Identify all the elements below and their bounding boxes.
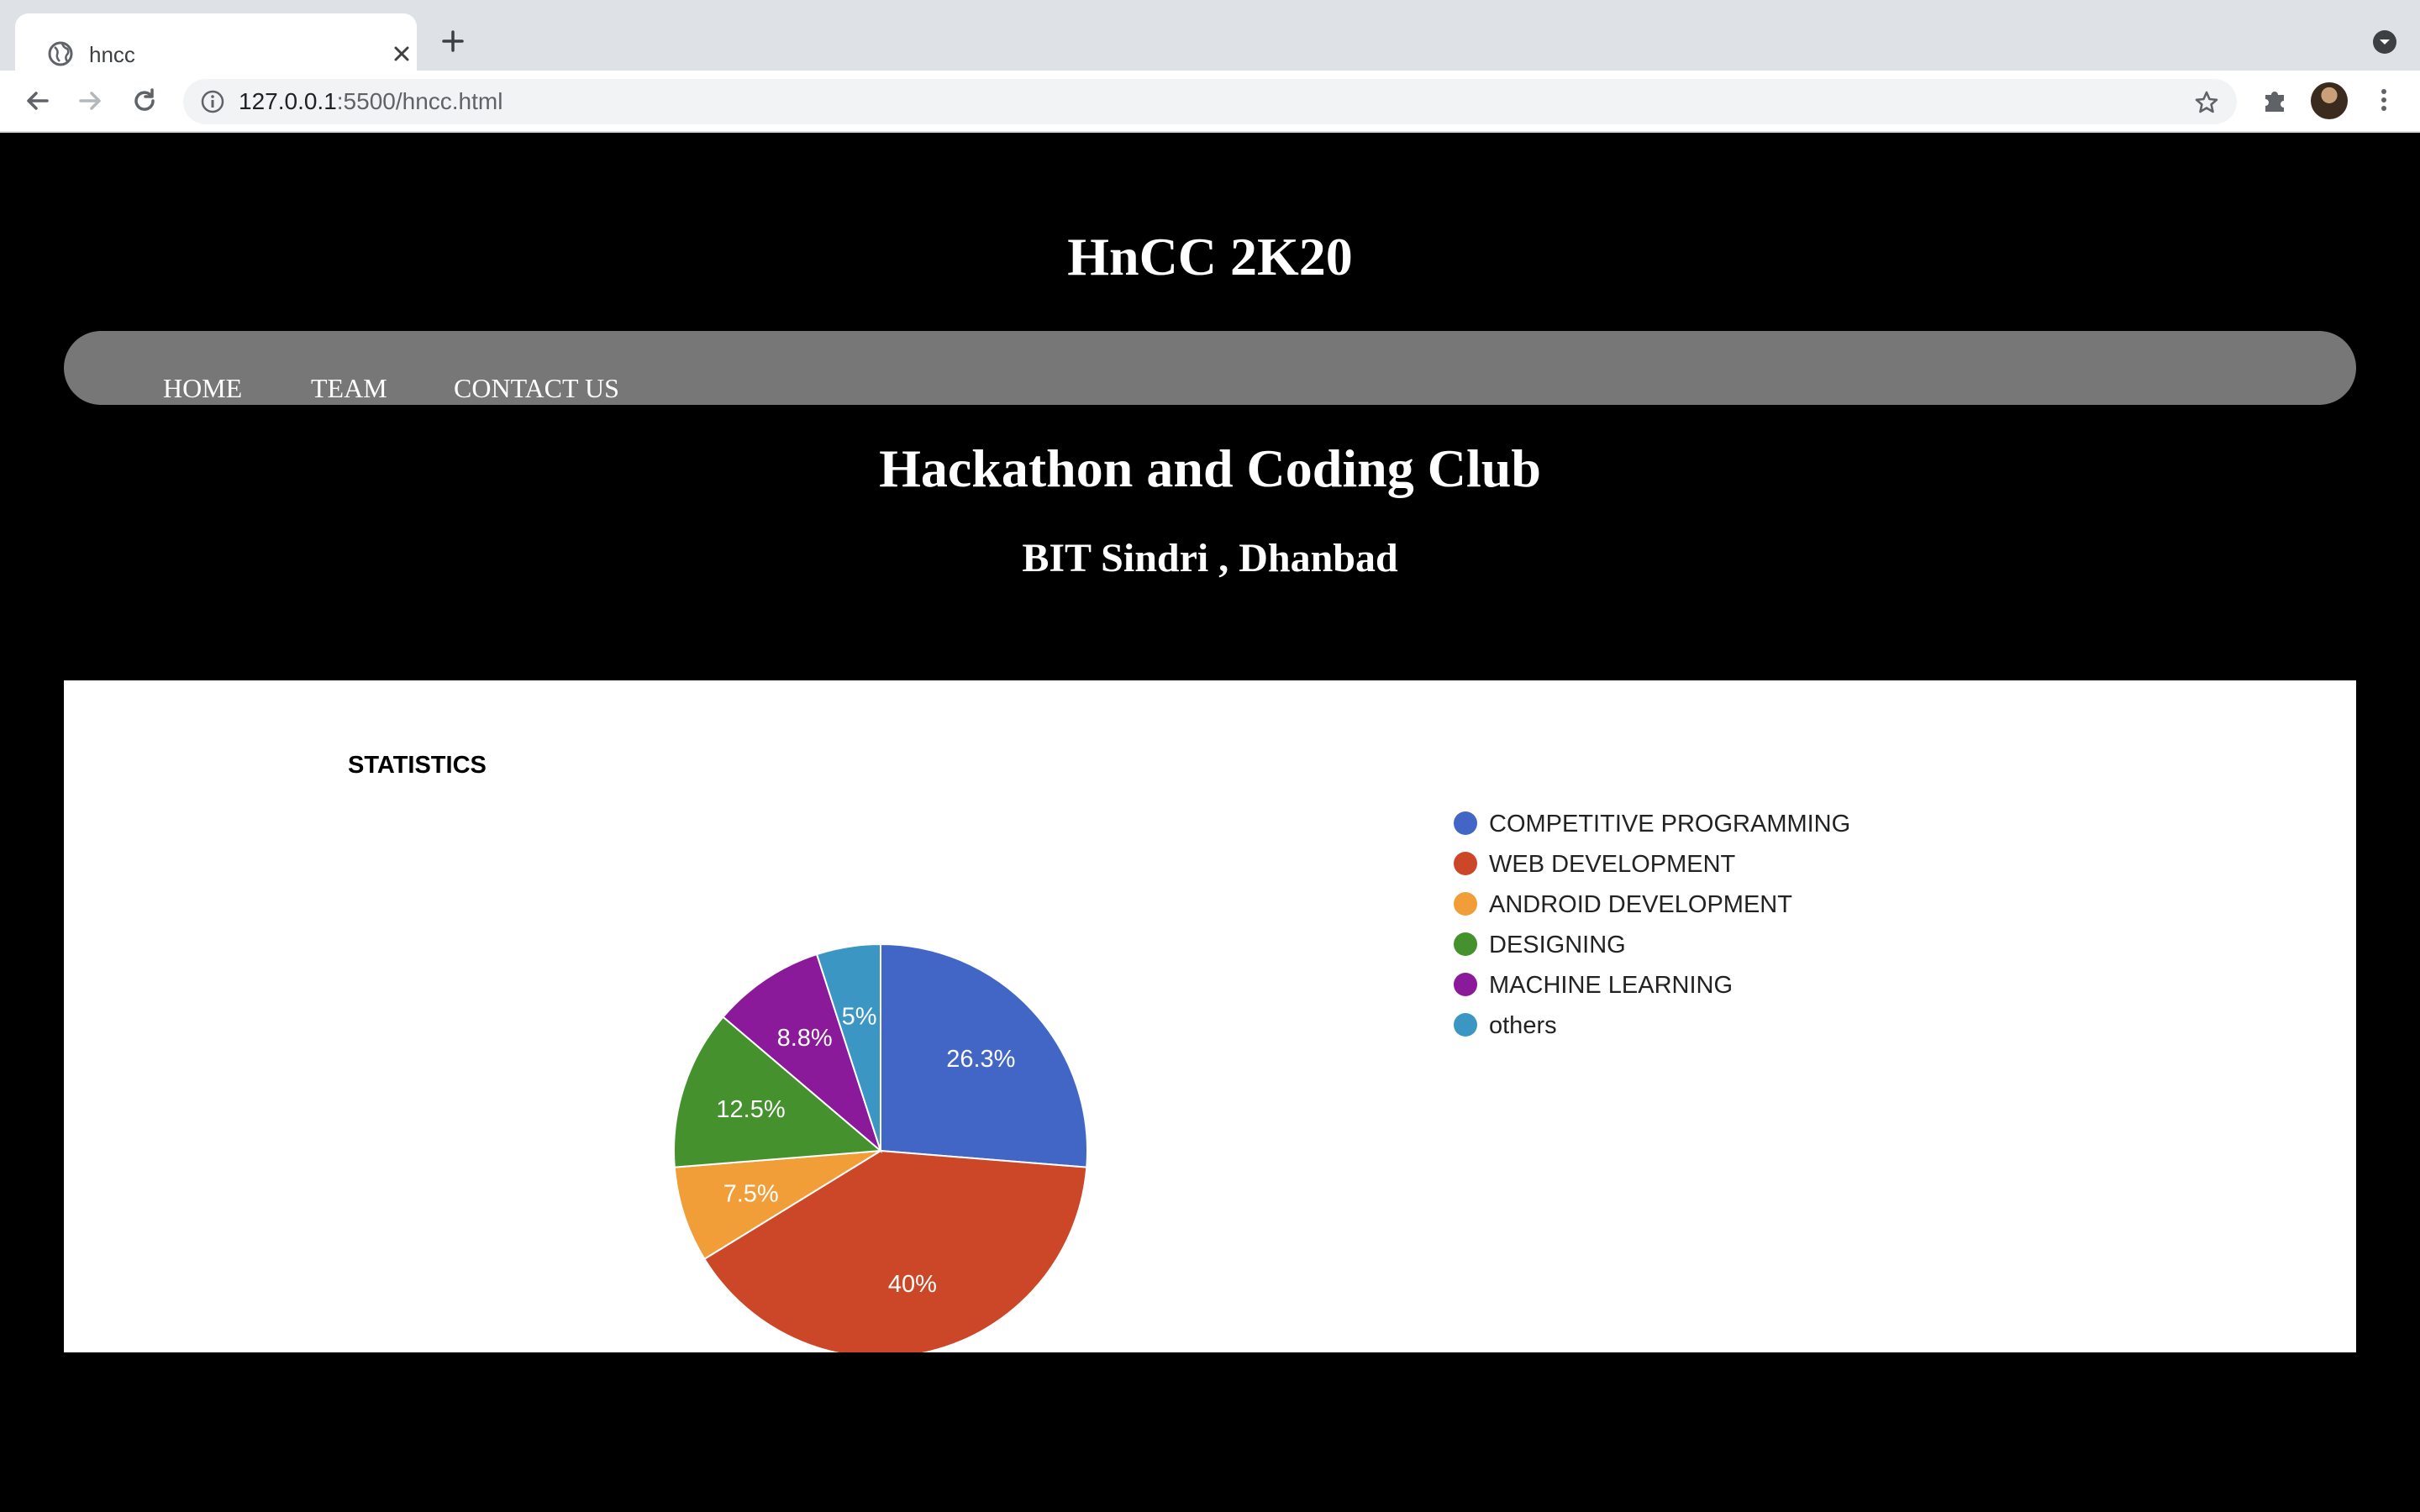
legend-label-designing[interactable]: DESIGNING (1489, 932, 1626, 958)
page-viewport: HnCC 2K20 HOME TEAM CONTACT US Hackathon… (0, 133, 2420, 1512)
browser-tab[interactable]: hncc (15, 13, 417, 71)
legend-marker-web-development (1454, 852, 1477, 875)
pie-label-machine-learning: 8.8% (777, 1025, 833, 1052)
nav-link-contact-us[interactable]: CONTACT US (454, 373, 619, 403)
legend-label-machine-learning[interactable]: MACHINE LEARNING (1489, 972, 1733, 999)
club-headline: Hackathon and Coding Club (879, 438, 1541, 498)
legend-marker-competitive-programming (1454, 811, 1477, 835)
info-icon[interactable] (200, 89, 225, 114)
globe-icon (48, 41, 73, 66)
legend-marker-android-development (1454, 892, 1477, 916)
more-vert-icon[interactable] (2370, 86, 2398, 114)
url-host: 127.0.0.1 (239, 88, 337, 114)
url-text: 127.0.0.1:5500/hncc.html (239, 87, 502, 116)
puzzle-icon[interactable] (2260, 85, 2291, 115)
chart-title: STATISTICS (348, 752, 487, 779)
browser-toolbar: 127.0.0.1:5500/hncc.html (0, 71, 2420, 133)
site-title: HnCC 2K20 (1067, 227, 1353, 286)
main-navbar: HOME TEAM CONTACT US (64, 331, 2356, 405)
plus-icon[interactable] (439, 27, 467, 55)
legend-label-android-development[interactable]: ANDROID DEVELOPMENT (1489, 891, 1792, 918)
club-location: BIT Sindri , Dhanbad (1022, 536, 1398, 580)
browser-tab-strip: hncc (0, 0, 2420, 71)
legend-marker-others (1454, 1013, 1477, 1037)
nav-link-home[interactable]: HOME (163, 373, 242, 403)
legend-label-others[interactable]: others (1489, 1012, 1557, 1039)
pie-label-competitive-programming: 26.3% (946, 1046, 1015, 1073)
star-icon[interactable] (2193, 89, 2220, 116)
reload-icon[interactable] (129, 86, 160, 116)
pie-label-android-development: 7.5% (723, 1180, 779, 1207)
tab-title: hncc (89, 42, 135, 67)
back-arrow-icon[interactable] (22, 86, 52, 116)
pie-label-others: 5% (842, 1004, 877, 1031)
pie-label-web-development: 40% (888, 1271, 937, 1298)
pie-slices (673, 942, 1088, 1352)
statistics-pie-chart: STATISTICS 26.3% 40% 7.5% 12.5% 8.8% 5% COMPE… (348, 752, 1850, 1352)
pie-label-designing: 12.5% (716, 1096, 785, 1123)
legend-marker-machine-learning (1454, 973, 1477, 996)
address-bar[interactable]: 127.0.0.1:5500/hncc.html (183, 79, 2237, 124)
close-icon[interactable] (390, 42, 413, 66)
avatar[interactable] (2311, 82, 2348, 119)
statistics-chart-panel: STATISTICS 26.3% 40% 7.5% 12.5% 8.8% 5% COMPE… (64, 680, 2356, 1352)
legend-label-web-development[interactable]: WEB DEVELOPMENT (1489, 851, 1736, 878)
legend-marker-designing (1454, 932, 1477, 956)
chevron-down-icon[interactable] (2371, 29, 2398, 55)
nav-link-team[interactable]: TEAM (311, 373, 387, 403)
chart-legend: COMPETITIVE PROGRAMMING WEB DEVELOPMENT AN… (1454, 811, 1850, 1039)
legend-label-competitive-programming[interactable]: COMPETITIVE PROGRAMMING (1489, 811, 1850, 837)
url-path: :5500/hncc.html (336, 88, 503, 114)
forward-arrow-icon[interactable] (76, 86, 106, 116)
